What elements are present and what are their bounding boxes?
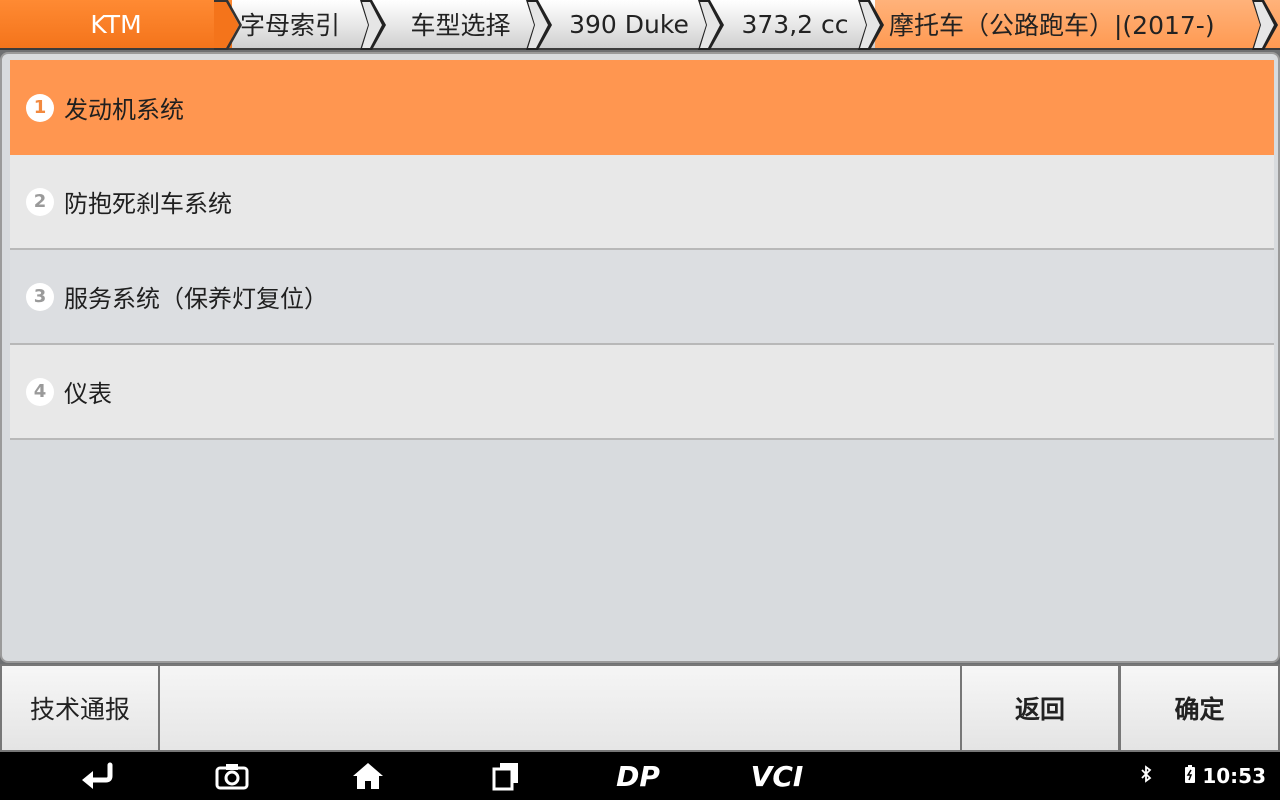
breadcrumb-label: 390 Duke [569,9,689,39]
clock-time: 10:53 [1202,764,1266,788]
toolbar-spacer [160,666,960,750]
system-item-label: 发动机系统 [64,96,184,124]
bottom-toolbar: 技术通报 返回 确定 [0,664,1280,752]
breadcrumb-item-vehicle-type[interactable]: 摩托车（公路跑车）|(2017-) [875,0,1280,48]
home-icon[interactable] [348,760,388,792]
system-nav-bar: DP VCI 10:53 [0,752,1280,800]
system-item-instrument[interactable]: 4 仪表 [10,345,1274,440]
system-item-service[interactable]: 3 服务系统（保养灯复位） [10,250,1274,345]
dp-logo: DP [616,762,660,790]
confirm-button[interactable]: 确定 [1121,666,1278,750]
breadcrumb-label: 车型选择 [410,11,511,40]
breadcrumb-item-brand[interactable]: KTM [0,0,232,48]
bluetooth-icon [1140,765,1152,787]
breadcrumb-item-alphabet-index[interactable]: 字母索引 [232,0,378,48]
svg-text:VCI: VCI [751,762,804,790]
item-number-badge: 2 [26,187,54,216]
chevron-right-icon [858,0,884,50]
wifi-icon [1158,766,1178,786]
breadcrumb-label: 摩托车（公路跑车）|(2017-) [889,11,1215,40]
dp-icon[interactable]: DP [606,760,670,792]
system-item-abs[interactable]: 2 防抱死刹车系统 [10,155,1274,250]
back-icon[interactable] [78,760,118,792]
breadcrumb-label: 373,2 cc [741,9,849,39]
item-number-badge: 4 [26,377,54,406]
breadcrumb-item-model-select[interactable]: 车型选择 [378,0,543,48]
recent-apps-icon[interactable] [486,760,526,792]
tech-bulletin-button[interactable]: 技术通报 [2,666,158,750]
vci-icon[interactable]: VCI [742,760,812,792]
chevron-right-icon [1252,0,1278,50]
system-list-panel: 1 发动机系统 2 防抱死刹车系统 3 服务系统（保养灯复位） 4 仪表 [0,52,1280,663]
item-number-badge: 3 [26,282,54,311]
breadcrumb: KTM 字母索引 车型选择 390 Duke 373,2 cc 摩托车（公路跑车… [0,0,1280,50]
svg-text:DP: DP [616,762,660,790]
chevron-right-icon [214,0,242,50]
system-item-label: 仪表 [64,380,112,408]
system-item-label: 防抱死刹车系统 [64,190,232,218]
breadcrumb-label: 字母索引 [240,11,341,40]
vci-logo: VCI [751,762,804,790]
camera-icon[interactable] [212,760,252,792]
system-item-engine[interactable]: 1 发动机系统 [10,60,1274,155]
item-number-badge: 1 [26,93,54,122]
breadcrumb-item-model[interactable]: 390 Duke [543,0,715,48]
breadcrumb-label: KTM [90,9,142,39]
chevron-right-icon [360,0,386,50]
breadcrumb-item-displacement[interactable]: 373,2 cc [715,0,875,48]
status-tray: 10:53 [1140,764,1266,788]
system-item-label: 服务系统（保养灯复位） [64,285,328,313]
back-button[interactable]: 返回 [962,666,1118,750]
battery-icon [1184,764,1196,788]
chevron-right-icon [526,0,552,50]
chevron-right-icon [698,0,724,50]
